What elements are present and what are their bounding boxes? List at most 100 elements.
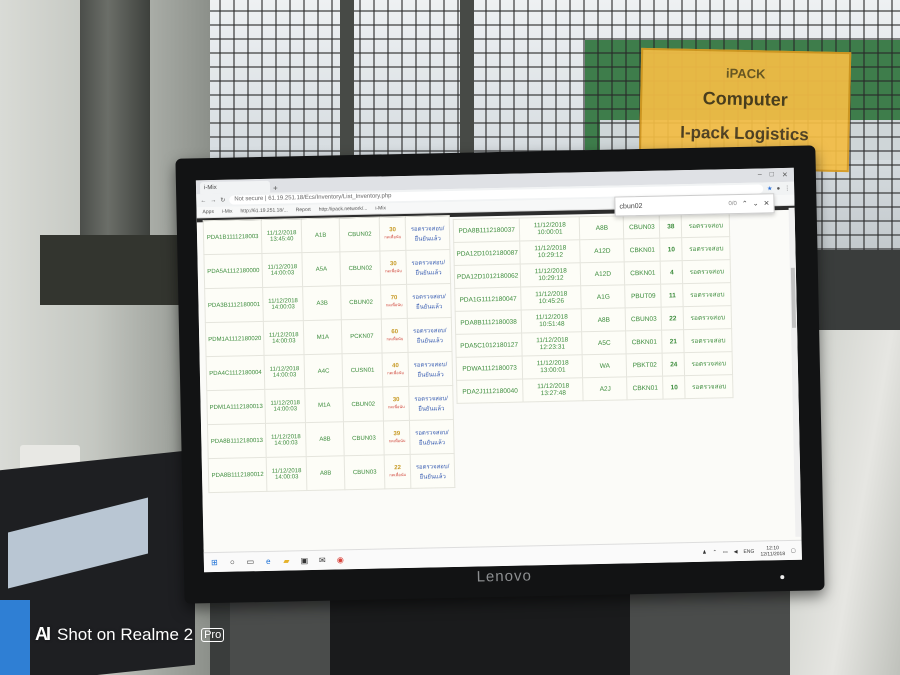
quantity-cell[interactable]: 60 กดเพื่อนับ (381, 318, 409, 353)
code-cell: PBKT02 (626, 353, 664, 377)
bookmark-item[interactable]: Report (296, 207, 311, 213)
status-cell[interactable]: รอตรวจสอบ (682, 236, 731, 261)
bookmark-item[interactable]: Apps (202, 209, 214, 215)
bookmark-item[interactable]: http://ipack.network/... (319, 206, 368, 213)
doc-id-cell: PDA8B1112180013 (207, 423, 267, 459)
doc-id-cell: PDA4C1112180004 (206, 355, 265, 391)
status-cell[interactable]: รอตรวจสอบ/ยืนยันแล้ว (406, 283, 452, 319)
quantity-note: กดเพื่อนับ (386, 336, 404, 342)
status-cell[interactable]: รอตรวจสอบ/ยืนยันแล้ว (408, 351, 453, 387)
doc-id-cell: PDA8B1112180038 (455, 310, 523, 335)
quantity-cell: 10 (663, 375, 686, 400)
status-cell[interactable]: รอตรวจสอบ (682, 259, 732, 284)
location-cell: A12D (580, 261, 626, 286)
find-prev-icon[interactable]: ⌃ (742, 200, 748, 208)
datetime-cell: 11/12/2018 14:00:03 (264, 354, 305, 390)
status-cell[interactable]: รอตรวจสอบ (684, 351, 734, 376)
store-icon[interactable]: ▣ (300, 556, 309, 565)
code-cell: PBUT09 (625, 284, 662, 308)
scroll-thumb[interactable] (790, 267, 797, 328)
network-icon[interactable]: ▭ (723, 549, 728, 555)
task-view-icon[interactable]: ▭ (246, 557, 255, 566)
datetime-cell: 11/12/2018 10:00:01 (519, 216, 581, 242)
profile-icon[interactable]: ● (776, 186, 780, 192)
location-cell: A1G (581, 284, 626, 309)
volume-icon[interactable]: ◀ (734, 549, 738, 555)
status-cell[interactable]: รอตรวจสอบ/ยืนยันแล้ว (410, 453, 456, 489)
datetime-cell: 11/12/2018 12:23:31 (522, 331, 583, 357)
forward-icon[interactable]: → (210, 197, 216, 203)
close-button[interactable]: ✕ (782, 171, 788, 179)
doc-id-cell: PDA5A1112180000 (203, 253, 263, 289)
edge-icon[interactable]: e (264, 557, 273, 566)
code-cell: CBKN01 (624, 238, 661, 262)
find-bar: cbun02 0/0 ⌃ ⌄ ✕ (614, 193, 775, 217)
menu-icon[interactable]: ⋮ (784, 185, 790, 192)
doc-id-cell: PDM1A1112180013 (206, 389, 266, 425)
reload-icon[interactable]: ↻ (220, 197, 225, 204)
status-cell[interactable]: รอตรวจสอบ (685, 374, 734, 399)
clock-date: 12/11/2018 (760, 550, 786, 558)
new-tab-button[interactable]: + (273, 184, 278, 193)
quantity-cell[interactable]: 39 กดเพื่อนับ (383, 420, 411, 455)
quantity-cell[interactable]: 30 กดเพื่อนับ (379, 216, 407, 251)
browser-tab[interactable]: i-Mix (199, 180, 271, 195)
code-cell: CBUN02 (340, 250, 381, 286)
quantity-cell[interactable]: 30 กดเพื่อนับ (380, 250, 407, 285)
quantity-note: กดเพื่อนับ (387, 404, 405, 410)
find-input[interactable]: cbun02 (619, 201, 723, 209)
user-icon[interactable]: ♟ (702, 549, 707, 555)
search-icon[interactable]: ○ (228, 558, 237, 567)
sign-logo-text: iPACK (725, 65, 766, 82)
quantity-cell[interactable]: 22 กดเพื่อนับ (384, 454, 412, 489)
doc-id-cell: PDA3B1112180001 (204, 287, 264, 323)
chevron-up-icon[interactable]: ⌃ (713, 549, 717, 555)
code-cell: CBKN01 (624, 261, 662, 285)
bookmark-item[interactable]: http://61.19.251.18/... (240, 207, 287, 214)
mail-icon[interactable]: ✉ (318, 556, 327, 565)
sign-company: I-pack Logistics (680, 122, 809, 145)
status-cell[interactable]: รอตรวจสอบ (683, 305, 733, 330)
windows-start-icon[interactable]: ⊞ (210, 558, 219, 567)
status-cell[interactable]: รอตรวจสอบ/ยืนยันแล้ว (409, 419, 455, 455)
notification-icon[interactable]: ▢ (791, 547, 796, 553)
status-cell[interactable]: รอตรวจสอบ (681, 213, 731, 238)
code-cell: CBUN02 (339, 216, 381, 252)
status-cell[interactable]: รอตรวจสอบ/ยืนยันแล้ว (408, 385, 454, 421)
datetime-cell: 11/12/2018 14:00:03 (266, 456, 308, 492)
minimize-button[interactable]: – (758, 171, 762, 179)
doc-id-cell: PDM1A1112180020 (205, 321, 265, 357)
bookmark-item[interactable]: i-Mix (222, 209, 233, 215)
status-cell[interactable]: รอตรวจสอบ/ยืนยันแล้ว (406, 249, 451, 285)
location-cell: A8B (581, 307, 627, 332)
tower-stripe (0, 600, 30, 675)
star-icon[interactable]: ★ (767, 185, 773, 192)
status-cell[interactable]: รอตรวจสอบ (684, 328, 733, 353)
chrome-icon[interactable]: ◉ (336, 555, 345, 564)
code-cell: CBUN03 (343, 420, 385, 456)
find-close-icon[interactable]: ✕ (764, 199, 770, 207)
location-cell: A3B (302, 285, 342, 321)
quantity-cell: 10 (660, 237, 683, 262)
datetime-cell: 11/12/2018 13:45:40 (261, 218, 303, 254)
location-cell: A8B (305, 421, 345, 457)
maximize-button[interactable]: □ (770, 171, 774, 179)
quantity-cell[interactable]: 30 กดเพื่อนับ (382, 386, 410, 421)
language-indicator[interactable]: ENG (743, 548, 754, 554)
folder-icon[interactable]: ▰ (282, 556, 291, 565)
doc-id-cell: PDA2J1112180040 (456, 379, 524, 404)
back-icon[interactable]: ← (200, 198, 206, 204)
bookmark-item[interactable]: i-Mix (375, 205, 386, 211)
code-cell: CBUN02 (340, 284, 382, 320)
table-row: PDM1A1112180013 11/12/2018 14:00:03 M1A CBU… (206, 385, 454, 425)
quantity-cell[interactable]: 40 กดเพื่อนับ (382, 352, 409, 387)
status-cell[interactable]: รอตรวจสอบ (683, 282, 732, 307)
datetime-cell: 11/12/2018 10:45:26 (521, 285, 582, 311)
doc-id-cell: PDWA1112180073 (456, 356, 524, 381)
quantity-cell[interactable]: 70 กดเพื่อนับ (380, 284, 408, 319)
location-cell: A2J (583, 376, 628, 401)
clock[interactable]: 12:10 12/11/2018 (760, 545, 786, 558)
find-next-icon[interactable]: ⌄ (753, 200, 759, 208)
status-cell[interactable]: รอตรวจสอบ/ยืนยันแล้ว (405, 215, 451, 251)
status-cell[interactable]: รอตรวจสอบ/ยืนยันแล้ว (407, 317, 453, 353)
